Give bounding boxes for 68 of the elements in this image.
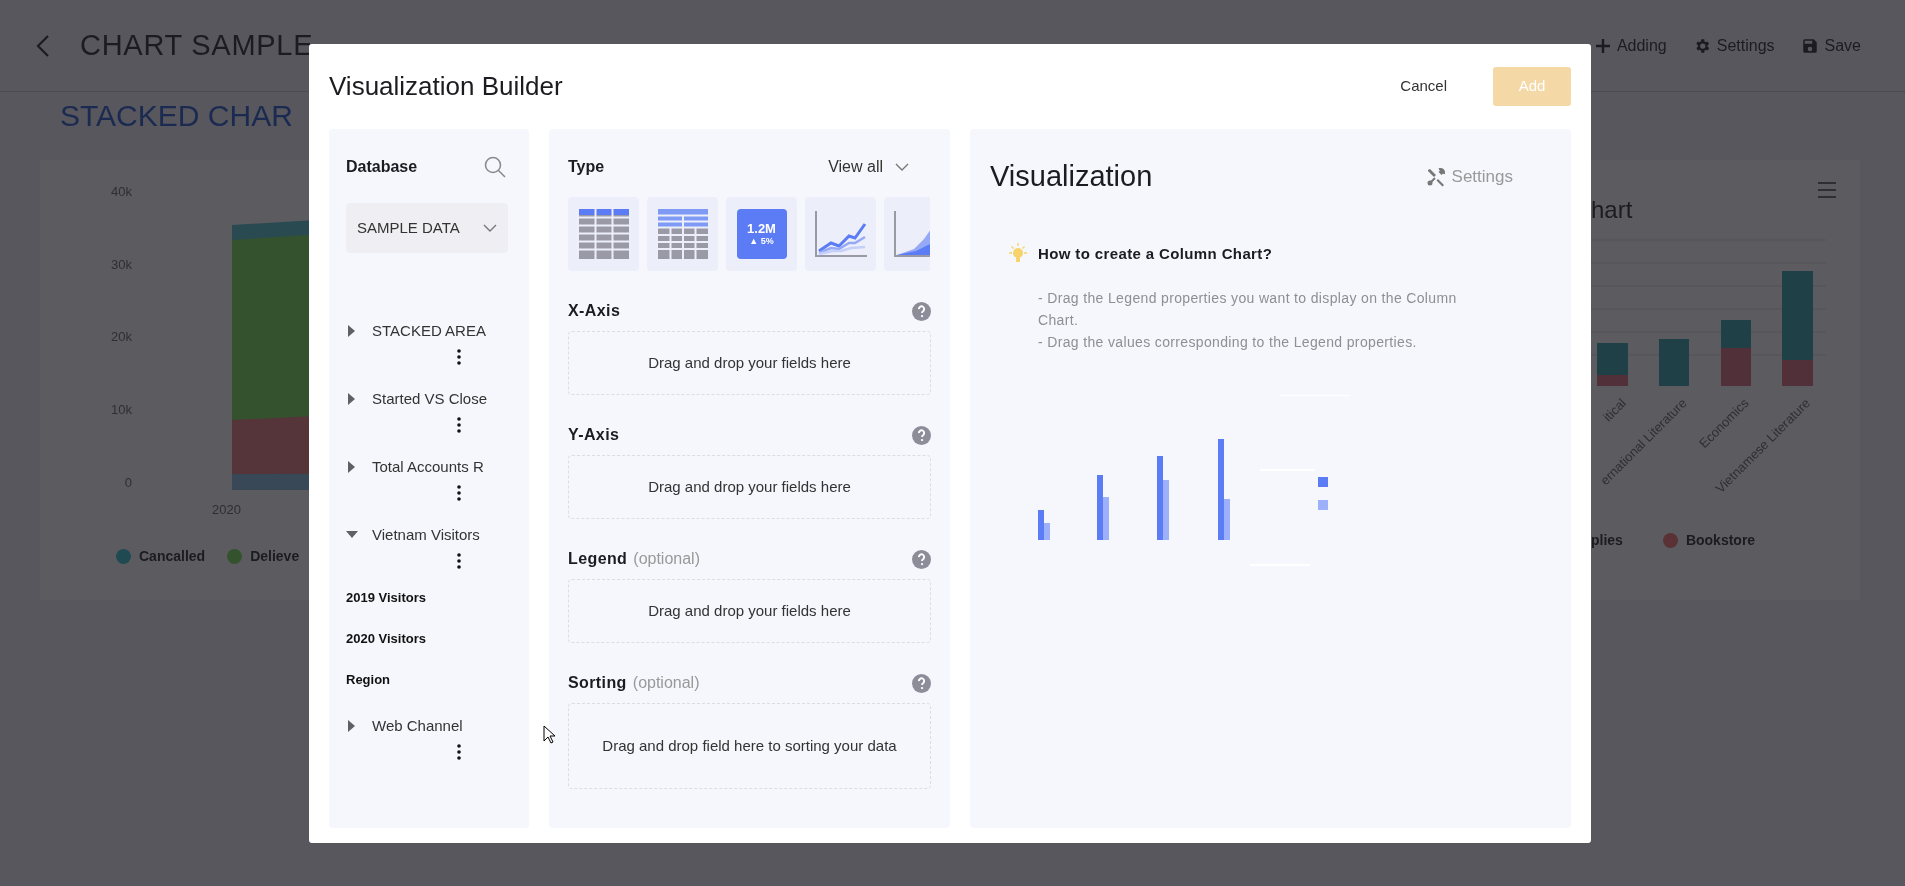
help-icon[interactable] xyxy=(912,673,931,693)
chevron-down-icon xyxy=(895,163,909,171)
tip-text: - Drag the values corresponding to the Legend properties. xyxy=(1038,333,1418,352)
area-chart-icon xyxy=(893,211,930,257)
page-title: CHART SAMPLE xyxy=(80,27,314,63)
legend-label: Cancalled xyxy=(139,546,206,566)
field-item[interactable]: Region xyxy=(346,669,512,690)
table-icon xyxy=(578,209,629,259)
dataset-item[interactable]: STACKED AREA xyxy=(372,319,486,343)
save-icon xyxy=(1800,36,1819,55)
search-icon[interactable] xyxy=(484,156,506,178)
chart-type-option[interactable] xyxy=(805,197,876,271)
drop-zone[interactable]: Drag and drop field here to sorting your data xyxy=(568,703,931,789)
help-icon[interactable] xyxy=(912,301,931,321)
caret-down-icon[interactable] xyxy=(346,531,358,539)
legend-label: Bookstore xyxy=(1685,531,1756,550)
caret-right-icon[interactable] xyxy=(348,720,356,732)
lightbulb-icon xyxy=(1008,242,1028,265)
help-icon[interactable] xyxy=(912,549,931,569)
section-label: Legend xyxy=(568,549,628,569)
cancel-button[interactable]: Cancel xyxy=(1384,67,1463,106)
caret-right-icon[interactable] xyxy=(348,393,356,405)
number-change: ▲ 5% xyxy=(749,237,774,246)
tools-icon xyxy=(1425,166,1446,187)
more-icon[interactable] xyxy=(457,349,461,365)
dataset-item[interactable]: Web Channel xyxy=(372,714,463,738)
legend-label: Delieve xyxy=(250,546,300,566)
more-icon[interactable] xyxy=(457,744,461,760)
menu-icon[interactable] xyxy=(1818,182,1836,198)
chart-title: hart xyxy=(1591,195,1633,225)
section-label: X-Axis xyxy=(568,301,621,321)
dataset-item[interactable]: Started VS Close xyxy=(372,387,488,411)
line-chart-icon xyxy=(814,211,867,257)
more-icon[interactable] xyxy=(457,485,461,501)
dialog-title: Visualization Builder xyxy=(329,70,563,103)
field-item[interactable]: 2019 Visitors xyxy=(346,587,512,608)
chart-type-option[interactable]: 1.2M ▲ 5% xyxy=(726,197,797,271)
drop-zone[interactable]: Drag and drop your fields here xyxy=(568,331,931,395)
section-label: Y-Axis xyxy=(568,425,620,445)
help-icon[interactable] xyxy=(912,425,931,445)
pivot-table-icon xyxy=(657,209,708,259)
section-title: STACKED CHAR xyxy=(60,98,294,134)
chart-type-option[interactable] xyxy=(647,197,718,271)
plus-icon xyxy=(1594,37,1611,54)
section-label: Type xyxy=(568,157,605,177)
section-label: Sorting xyxy=(568,673,627,693)
optional-note: (optional) xyxy=(633,549,700,569)
panel-title: Database xyxy=(346,157,418,177)
more-icon[interactable] xyxy=(457,553,461,569)
back-icon[interactable] xyxy=(36,33,50,58)
field-item[interactable]: 2020 Visitors xyxy=(346,628,512,649)
tip-text: - Drag the Legend properties you want to display on the Column Chart. xyxy=(1038,289,1458,330)
chevron-down-icon xyxy=(483,224,497,232)
dataset-item[interactable]: Total Accounts R xyxy=(372,455,484,479)
caret-right-icon[interactable] xyxy=(348,461,356,473)
caret-right-icon[interactable] xyxy=(348,325,356,337)
optional-note: (optional) xyxy=(632,673,700,693)
database-dropdown[interactable]: SAMPLE DATA xyxy=(346,203,508,253)
chart-type-option[interactable] xyxy=(568,197,639,271)
more-icon[interactable] xyxy=(457,417,461,433)
drop-zone[interactable]: Drag and drop your fields here xyxy=(568,455,931,519)
number-value: 1.2M xyxy=(747,222,776,235)
drop-zone[interactable]: Drag and drop your fields here xyxy=(568,579,931,643)
legend-label: plies xyxy=(1591,531,1623,550)
tip-title: How to create a Column Chart? xyxy=(1038,243,1273,264)
dataset-item[interactable]: Vietnam Visitors xyxy=(372,523,480,547)
view-all-button[interactable]: View all xyxy=(828,155,909,179)
panel-title: Visualization xyxy=(990,159,1153,194)
